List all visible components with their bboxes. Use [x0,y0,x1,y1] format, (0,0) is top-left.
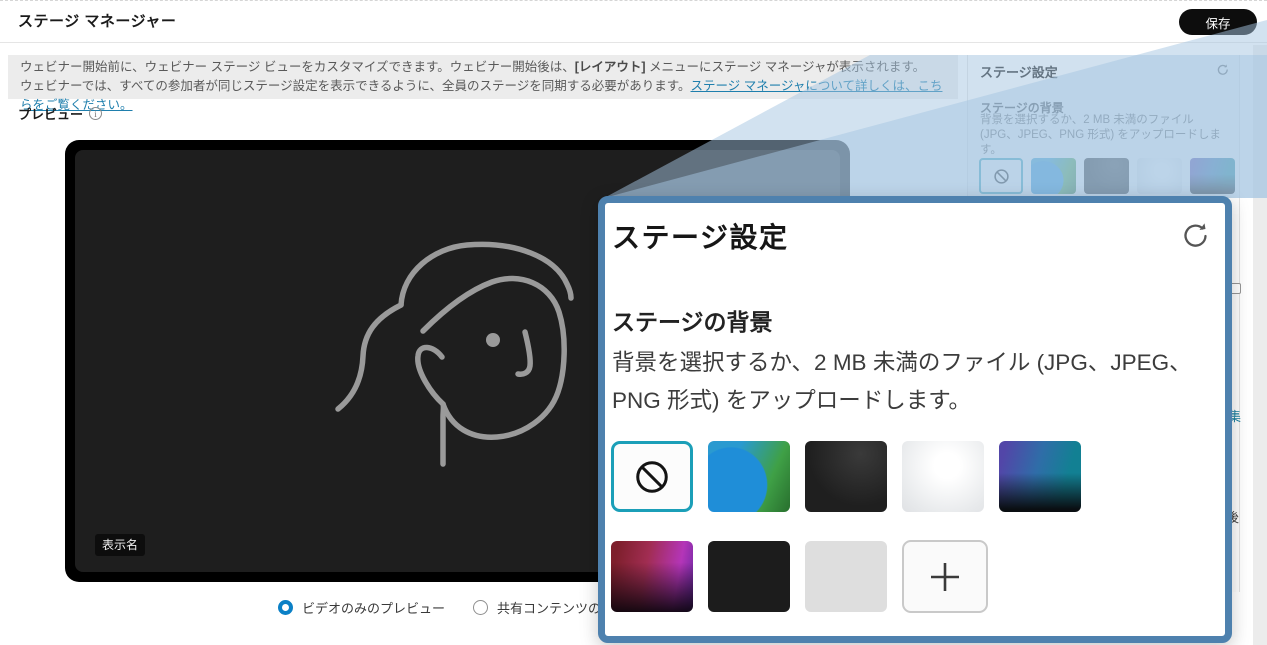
background-tile-charcoal[interactable] [805,441,887,512]
background-tile-none[interactable] [611,441,693,512]
radio-selected-icon[interactable] [278,600,293,615]
refresh-icon[interactable] [1180,220,1212,252]
banner-line1: ウェビナー開始前に、ウェビナー ステージ ビューをカスタマイズできます。ウェビナ… [20,58,946,77]
display-name-tag: 表示名 [95,534,145,556]
background-tile-purple-teal[interactable] [999,441,1081,512]
popup-background-heading: ステージの背景 [612,303,773,337]
info-banner: ウェビナー開始前に、ウェビナー ステージ ビューをカスタマイズできます。ウェビナ… [8,55,958,99]
background-tile-light[interactable] [1137,158,1182,194]
avatar-face-icon [275,232,605,572]
radio-unselected-icon[interactable] [473,600,488,615]
header-divider [0,42,1267,43]
stage-settings-zoom-popup: ステージ設定 ステージの背景 背景を選択するか、2 MB 未満のファイル (JP… [598,196,1232,643]
save-button[interactable]: 保存 [1179,9,1257,35]
page-scrollbar[interactable] [1253,45,1267,645]
background-tile-blue-green[interactable] [1031,158,1076,194]
crossed-circle-icon [993,168,1010,185]
popup-background-description: 背景を選択するか、2 MB 未満のファイル (JPG、JPEG、PNG 形式) … [612,344,1212,420]
background-tile-purple-teal[interactable] [1190,158,1235,194]
banner-layout-menu-ref: [レイアウト] [575,60,646,74]
popup-title: ステージ設定 [612,216,788,256]
window-top-edge [0,0,1267,1]
background-tile-red-purple[interactable] [611,541,693,612]
refresh-icon[interactable] [1216,63,1230,77]
plus-icon [928,560,962,594]
background-tile-light[interactable] [902,441,984,512]
page-title: ステージ マネージャー [18,10,176,31]
stage-manager-page: ステージ マネージャー 保存 ウェビナー開始前に、ウェビナー ステージ ビューを… [0,0,1267,645]
info-icon[interactable]: i [89,107,102,120]
crossed-circle-icon [633,458,671,496]
popup-thumbnails-row1 [611,441,1081,512]
background-tile-blue-green[interactable] [708,441,790,512]
add-background-button[interactable] [902,540,988,613]
stage-settings-title: ステージ設定 [980,62,1058,81]
radio-video-only-preview[interactable]: ビデオのみのプレビュー [278,598,445,617]
popup-thumbnails-row2 [611,540,988,613]
preview-heading: プレビュー i [18,104,102,123]
background-thumbnails [979,158,1235,194]
background-tile-none[interactable] [979,158,1023,194]
preview-label: プレビュー [18,104,83,123]
background-tile-charcoal[interactable] [1084,158,1129,194]
stage-background-description: 背景を選択するか、2 MB 未満のファイル (JPG、JPEG、PNG 形式) … [980,113,1230,158]
background-tile-black[interactable] [708,541,790,612]
background-tile-light-gray[interactable] [805,541,887,612]
banner-line2: ウェビナーでは、すべての参加者が同じステージ設定を表示できるように、全員のステー… [20,77,946,115]
